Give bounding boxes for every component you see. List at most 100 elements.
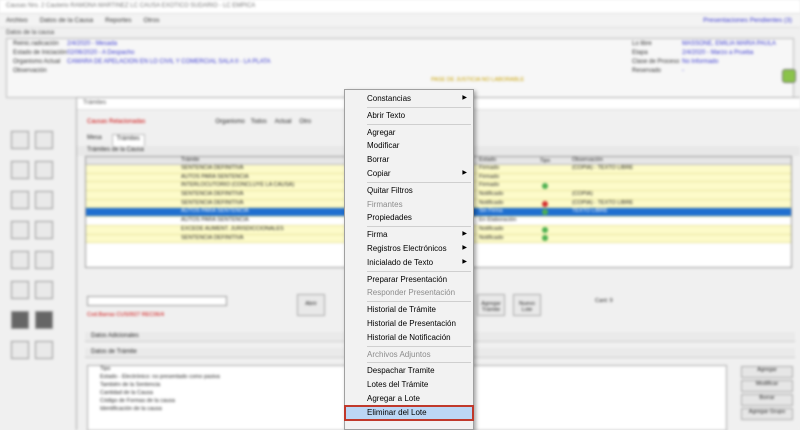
case-field-value: 2/4/2020 - Marzo a Prueba [682,50,754,56]
menu-datos-causa[interactable]: Datos de la Causa [40,17,93,24]
toolbar-button[interactable] [11,281,29,299]
menu-item-label: Historial de Presentación [367,318,456,328]
menu-bar: Archivo Datos de la Causa Reportes Otros… [0,14,800,28]
toolbar-button[interactable] [11,311,29,329]
submenu-arrow-icon: ▶ [462,95,467,101]
menu-item-propiedades[interactable]: Propiedades [345,211,473,225]
menu-item-label: Copiar [367,168,391,178]
case-field-key: Clase de Proceso [632,59,680,65]
menu-item-constancias[interactable]: Constancias ▶ [345,92,473,106]
menu-item-agregar[interactable]: Agregar [345,126,473,140]
detail-delete-button[interactable]: Borrar [741,394,793,406]
case-field-key: Organismo Actual [13,59,61,65]
case-action-button[interactable] [782,69,796,83]
toolbar-button[interactable] [35,251,53,269]
menu-otros[interactable]: Otros [144,17,160,24]
col-estado[interactable]: Estado [475,157,521,164]
case-field-value: 2/4/2020 - Mesada [67,41,118,47]
row-icons [86,174,179,182]
menu-item-copiar[interactable]: Copiar ▶ [345,167,473,181]
row-tramite: SENTENCIA DEFINITIVA [181,234,244,241]
count-label: Cant: 9 [595,298,613,304]
menu-archivo[interactable]: Archivo [6,17,28,24]
new-lot-button[interactable]: Nuevo Lote [513,294,541,316]
menu-item-despachar-tramite[interactable]: Despachar Tramite [345,364,473,378]
search-input[interactable] [87,296,227,306]
organism-option-all[interactable]: Todos [251,119,267,125]
menu-separator [367,345,471,347]
menu-item-lotes-del-tramite[interactable]: Lotes del Trámite [345,378,473,392]
menu-item-label: Lotes del Trámite [367,380,429,390]
row-tipo [521,235,569,243]
related-cases-checkbox[interactable]: Causas Relacionadas [87,119,145,125]
organism-option-other[interactable]: Otro [299,119,311,125]
detail-add-button[interactable]: Agregar [741,366,793,378]
toolbar-button[interactable] [11,341,29,359]
detail-modify-button[interactable]: Modificar [741,380,793,392]
row-tramite: SENTENCIA DEFINITIVA [181,191,244,198]
menu-item-label: Firmantes [367,199,403,209]
menu-item-quitar-filtros[interactable]: Quitar Filtros [345,184,473,198]
case-field-value: - [682,68,684,74]
menu-separator [367,362,471,364]
row-icons [86,217,179,225]
row-observacion [569,217,791,225]
open-button[interactable]: Abrir [297,294,325,316]
toolbar-button[interactable] [35,281,53,299]
row-observacion [569,235,791,243]
menu-item-preparar-presentacion[interactable]: Preparar Presentación [345,273,473,287]
row-observacion [569,226,791,234]
toolbar-button[interactable] [11,131,29,149]
menu-item-firmantes: Firmantes [345,198,473,212]
row-tipo [521,182,569,190]
row-observacion: (COPIA) - TEXTO LIBRE [572,165,634,171]
toolbar-button[interactable] [35,341,53,359]
row-estado: En Elaboración [479,217,517,224]
menu-item-agregar-a-lote[interactable]: Agregar a Lote [345,392,473,406]
menu-item-responder-presentacion: Responder Presentación [345,286,473,300]
menu-item-label: Preparar Presentación [367,274,448,284]
menu-item-registros-electronicos[interactable]: Registros Electrónicos ▶ [345,242,473,256]
menu-item-inicialado-de-texto[interactable]: Inicialado de Texto ▶ [345,256,473,270]
row-tramite: INTERLOCUTORIO (CONCLUYE LA CAUSA) [181,182,295,189]
menu-item-historial-de-presentacion[interactable]: Historial de Presentación [345,317,473,331]
menu-item-firma[interactable]: Firma ▶ [345,228,473,242]
menu-item-label: Responder Presentación [367,288,456,298]
row-icons [86,191,179,199]
detail-add-group-button[interactable]: Agregar Grupo [741,408,793,420]
toolbar-button[interactable] [35,311,53,329]
toolbar-button[interactable] [35,161,53,179]
window-title: Causas Nro. 2 Cauterio RAMONA MARTINEZ L… [0,0,800,14]
row-estado: Notificado [479,225,504,232]
col-observacion[interactable]: Observación [569,157,791,164]
toolbar-button[interactable] [11,221,29,239]
toolbar-button[interactable] [35,131,53,149]
menu-item-abrir-texto[interactable]: Abrir Texto [345,109,473,123]
context-menu: Constancias ▶ Abrir Texto Agregar Modificar B… [344,89,474,430]
pending-presentations-link[interactable]: Presentaciones Pendientes (3) [703,17,792,24]
menu-reportes[interactable]: Reportes [105,17,131,24]
row-estado: Firmado [479,182,500,189]
toolbar-button[interactable] [35,191,53,209]
status-green-icon [542,183,548,190]
add-tramite-button[interactable]: Agregar Trámite [477,294,505,316]
toolbar-button[interactable] [11,161,29,179]
toolbar-button[interactable] [35,221,53,239]
organism-option-current[interactable]: Actual [275,119,292,125]
menu-item-historial-de-tramite[interactable]: Historial de Trámite [345,303,473,317]
toolbar-button[interactable] [11,251,29,269]
row-tipo [521,208,569,216]
col-tramite[interactable]: Trámite [179,157,335,164]
menu-item-label: Modificar [367,141,400,151]
menu-item-modificar[interactable]: Modificar [345,139,473,153]
toolbar-button[interactable] [11,191,29,209]
menu-item-eliminar-del-lote[interactable]: Eliminar del Lote [344,404,474,421]
tab-tramites[interactable]: Trámites [111,134,145,146]
menu-item-historial-de-notificacion[interactable]: Historial de Notificación [345,331,473,345]
tab-mesa[interactable]: Mesa [83,134,106,146]
col-tipo[interactable]: Tipo [521,157,569,164]
row-icons [86,182,179,190]
menu-item-label: Inicialado de Texto [367,257,434,267]
menu-item-borrar[interactable]: Borrar [345,153,473,167]
row-tipo [521,165,569,173]
